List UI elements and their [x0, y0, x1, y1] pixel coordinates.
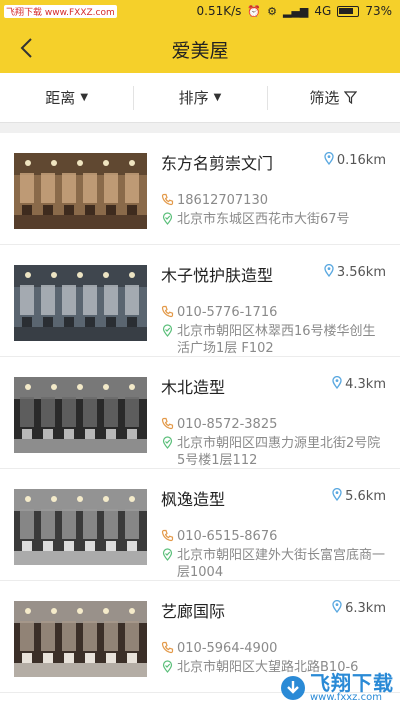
app-header: 飞翔下载 www.FXXZ.com 0.51K/s ⏰ ⚙ ▂▄▆ 4G 73%…: [0, 0, 400, 73]
network-type: 4G: [314, 4, 332, 18]
shop-name: 木北造型: [161, 378, 226, 397]
location-pin-icon: [332, 487, 342, 505]
filter-label: 筛选: [309, 89, 340, 107]
phone-icon: [161, 641, 177, 658]
site-watermark: 飞翔下载 www.fxxz.com: [280, 673, 394, 703]
shop-list: 东方名剪崇文门 0.16km 18612707130 北京市东城区西花市大街67…: [0, 133, 400, 711]
filter-bar: 距离 ▼ 排序 ▼ 筛选: [0, 73, 400, 123]
shop-name: 东方名剪崇文门: [161, 154, 274, 173]
address-text: 北京市东城区西花市大街67号: [177, 212, 350, 227]
shop-distance: 5.6km: [332, 487, 386, 505]
caret-down-icon: ▼: [213, 92, 222, 103]
distance-value: 0.16km: [336, 153, 386, 168]
shop-phone[interactable]: 18612707130: [161, 192, 387, 210]
address-icon: [161, 660, 177, 677]
shop-address: 北京市朝阳区四惠力源里北街2号院5号楼1层112: [161, 435, 387, 469]
alarm-icon: ⏰: [247, 4, 262, 18]
shop-address: 北京市朝阳区林翠西16号楼华创生活广场1层 F102: [161, 323, 387, 357]
filter-sort[interactable]: 排序 ▼: [133, 73, 266, 122]
distance-value: 4.3km: [345, 377, 386, 392]
filter-label: 排序: [178, 89, 209, 107]
location-pin-icon: [324, 151, 334, 169]
watermark-url: www.fxxz.com: [310, 692, 382, 703]
shop-phone[interactable]: 010-5776-1716: [161, 304, 387, 322]
address-text: 北京市朝阳区林翠西16号楼华创生活广场1层 F102: [177, 324, 376, 356]
battery-icon: [337, 5, 360, 17]
phone-icon: [161, 305, 177, 322]
back-button[interactable]: [10, 32, 42, 64]
distance-value: 6.3km: [345, 601, 386, 616]
nav-bar: 爱美屋: [0, 24, 400, 73]
phone-icon: [161, 193, 177, 210]
filter-screen[interactable]: 筛选: [266, 73, 400, 122]
address-icon: [161, 548, 177, 581]
distance-value: 5.6km: [345, 489, 386, 504]
battery-level: 73%: [365, 4, 392, 18]
location-pin-icon: [332, 375, 342, 393]
address-text: 北京市朝阳区建外大街长富宫底商一层1004: [177, 548, 386, 580]
chevron-left-icon: [20, 38, 32, 58]
shop-phone[interactable]: 010-6515-8676: [161, 528, 387, 546]
shop-name: 枫逸造型: [161, 490, 226, 509]
shop-phone[interactable]: 010-8572-3825: [161, 416, 387, 434]
shop-address: 北京市东城区西花市大街67号: [161, 211, 387, 229]
section-gap: [0, 123, 400, 133]
shop-photo: [14, 265, 147, 341]
shop-item[interactable]: 枫逸造型 5.6km 010-6515-8676 北京市朝阳区建外大街长富宫底商…: [0, 469, 400, 581]
phone-icon: [161, 417, 177, 434]
shop-distance: 4.3km: [332, 375, 386, 393]
phone-number: 010-5964-4900: [177, 641, 278, 656]
phone-number: 010-6515-8676: [177, 529, 278, 544]
filter-distance[interactable]: 距离 ▼: [0, 73, 133, 122]
shop-phone[interactable]: 010-5964-4900: [161, 640, 387, 658]
shop-photo: [14, 601, 147, 677]
address-icon: [161, 212, 177, 229]
shop-photo: [14, 489, 147, 565]
phone-number: 010-5776-1716: [177, 305, 278, 320]
status-indicators: 0.51K/s ⏰ ⚙ ▂▄▆ 4G 73%: [197, 4, 392, 18]
distance-value: 3.56km: [336, 265, 386, 280]
source-badge: 飞翔下载 www.FXXZ.com: [4, 5, 117, 18]
shop-item[interactable]: 东方名剪崇文门 0.16km 18612707130 北京市东城区西花市大街67…: [0, 133, 400, 245]
phone-number: 18612707130: [177, 193, 268, 208]
shop-name: 艺廊国际: [161, 602, 226, 621]
page-title: 爱美屋: [171, 40, 229, 62]
caret-down-icon: ▼: [80, 92, 89, 103]
phone-icon: [161, 529, 177, 546]
shop-item[interactable]: 木北造型 4.3km 010-8572-3825 北京市朝阳区四惠力源里北街2号…: [0, 357, 400, 469]
settings-icon: ⚙: [267, 4, 277, 18]
watermark-title: 飞翔下载: [310, 671, 394, 695]
download-logo-icon: [281, 676, 305, 700]
location-pin-icon: [332, 599, 342, 617]
shop-photo: [14, 377, 147, 453]
shop-distance: 6.3km: [332, 599, 386, 617]
shop-distance: 0.16km: [324, 151, 386, 169]
filter-label: 距离: [45, 89, 76, 107]
shop-address: 北京市朝阳区建外大街长富宫底商一层1004: [161, 547, 387, 581]
address-icon: [161, 324, 177, 357]
shop-item[interactable]: 木子悦护肤造型 3.56km 010-5776-1716 北京市朝阳区林翠西16…: [0, 245, 400, 357]
shop-photo: [14, 153, 147, 229]
shop-name: 木子悦护肤造型: [161, 266, 274, 285]
address-text: 北京市朝阳区四惠力源里北街2号院5号楼1层112: [177, 436, 381, 468]
shop-distance: 3.56km: [324, 263, 386, 281]
status-bar: 飞翔下载 www.FXXZ.com 0.51K/s ⏰ ⚙ ▂▄▆ 4G 73%: [0, 0, 400, 24]
funnel-icon: [344, 91, 358, 104]
phone-number: 010-8572-3825: [177, 417, 278, 432]
location-pin-icon: [324, 263, 334, 281]
network-speed: 0.51K/s: [196, 4, 242, 18]
address-icon: [161, 436, 177, 469]
signal-icon: ▂▄▆: [283, 4, 309, 18]
